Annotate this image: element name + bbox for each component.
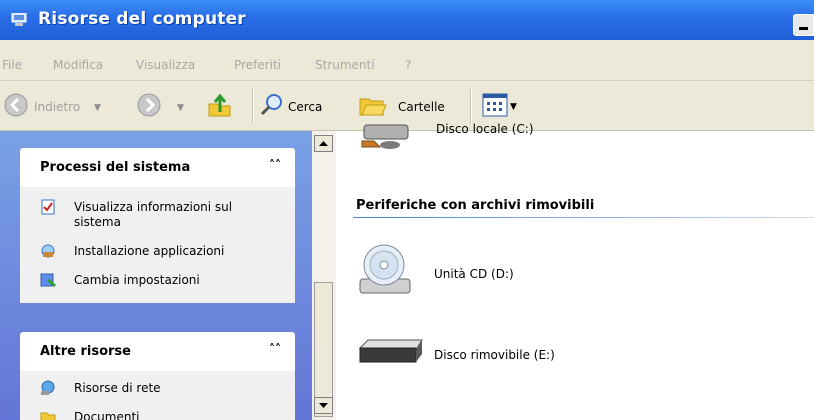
cd-drive-icon xyxy=(359,244,411,294)
views-grid-icon xyxy=(482,93,508,117)
menu-help[interactable]: ? xyxy=(405,58,411,72)
toolbar-separator xyxy=(252,89,253,123)
search-button[interactable]: Cerca xyxy=(258,81,346,130)
other-places-header[interactable]: Altre risorse ˄˄ xyxy=(20,332,295,371)
minimize-button[interactable] xyxy=(793,14,814,36)
folders-label: Cartelle xyxy=(398,100,445,114)
place-network-label: Risorse di rete xyxy=(74,381,161,395)
group-removable-storage-title: Periferiche con archivi rimovibili xyxy=(356,198,595,213)
forward-dropdown-icon[interactable]: ▼ xyxy=(177,103,184,113)
hard-disk-icon xyxy=(361,124,409,149)
search-icon xyxy=(260,94,282,116)
drive-e-label: Disco rimovibile (E:) xyxy=(434,348,555,362)
back-button[interactable]: Indietro ▼ xyxy=(4,81,134,130)
task-system-info-line1: Visualizza informazioni sul xyxy=(74,200,233,214)
menu-modifica[interactable]: Modifica xyxy=(53,58,103,72)
my-computer-icon xyxy=(11,13,27,26)
documents-folder-icon xyxy=(40,412,56,420)
group-divider xyxy=(353,217,814,218)
menu-preferiti[interactable]: Preferiti xyxy=(234,58,281,72)
menu-file[interactable]: File xyxy=(2,58,22,72)
folders-icon xyxy=(359,98,387,116)
task-pane: Processi del sistema ˄˄ Visualizza infor… xyxy=(0,131,312,420)
system-tasks-header[interactable]: Processi del sistema ˄˄ xyxy=(20,148,295,187)
up-folder-icon xyxy=(208,93,231,117)
drive-e[interactable]: Disco rimovibile (E:) xyxy=(358,336,608,370)
views-dropdown-icon[interactable]: ▼ xyxy=(510,102,517,112)
system-tasks-title: Processi del sistema xyxy=(40,160,191,175)
toolbar-separator xyxy=(470,89,471,123)
drive-c-label: Disco locale (C:) xyxy=(436,122,534,136)
collapse-chevron-icon[interactable]: ˄˄ xyxy=(269,342,281,356)
task-change-settings-label: Cambia impostazioni xyxy=(74,273,200,287)
window-title: Risorse del computer xyxy=(38,9,246,29)
vertical-scrollbar[interactable] xyxy=(312,131,336,420)
back-label: Indietro xyxy=(34,100,81,114)
control-panel-icon xyxy=(40,273,56,288)
menu-strumenti[interactable]: Strumenti xyxy=(315,58,375,72)
back-dropdown-icon[interactable]: ▼ xyxy=(94,103,101,113)
drive-d[interactable]: Unità CD (D:) xyxy=(358,239,558,301)
removable-disk-icon xyxy=(358,339,423,363)
scroll-down-button[interactable] xyxy=(314,397,333,414)
scroll-down-arrow-icon xyxy=(319,403,328,408)
scroll-up-arrow-icon xyxy=(319,141,328,146)
place-documents-label: Documenti xyxy=(74,410,140,420)
menu-bar: File Modifica Visualizza Preferiti Strum… xyxy=(0,40,814,81)
up-folder-button[interactable] xyxy=(207,81,237,130)
menu-visualizza[interactable]: Visualizza xyxy=(136,58,195,72)
drive-d-label: Unità CD (D:) xyxy=(434,267,514,281)
system-info-icon xyxy=(41,199,55,215)
drive-c[interactable]: Disco locale (C:) xyxy=(356,119,656,155)
forward-button[interactable]: ▼ xyxy=(137,81,197,130)
install-programs-icon xyxy=(41,244,55,258)
task-system-info-line2: sistema xyxy=(74,215,121,229)
main-content: Disco locale (C:) Periferiche con archiv… xyxy=(336,122,814,420)
collapse-chevron-icon[interactable]: ˄˄ xyxy=(269,158,281,172)
other-places-title: Altre risorse xyxy=(40,344,131,359)
search-label: Cerca xyxy=(288,100,323,114)
scroll-up-button[interactable] xyxy=(314,135,333,152)
network-places-icon xyxy=(41,380,55,395)
other-places-body: Risorse di rete Documenti xyxy=(20,371,295,420)
title-bar: Risorse del computer xyxy=(0,0,814,40)
task-add-remove-label: Installazione applicazioni xyxy=(74,244,225,258)
forward-arrow-icon xyxy=(137,93,161,117)
back-arrow-icon xyxy=(4,93,28,117)
system-tasks-body: Visualizza informazioni sul sistema Inst… xyxy=(20,187,295,303)
